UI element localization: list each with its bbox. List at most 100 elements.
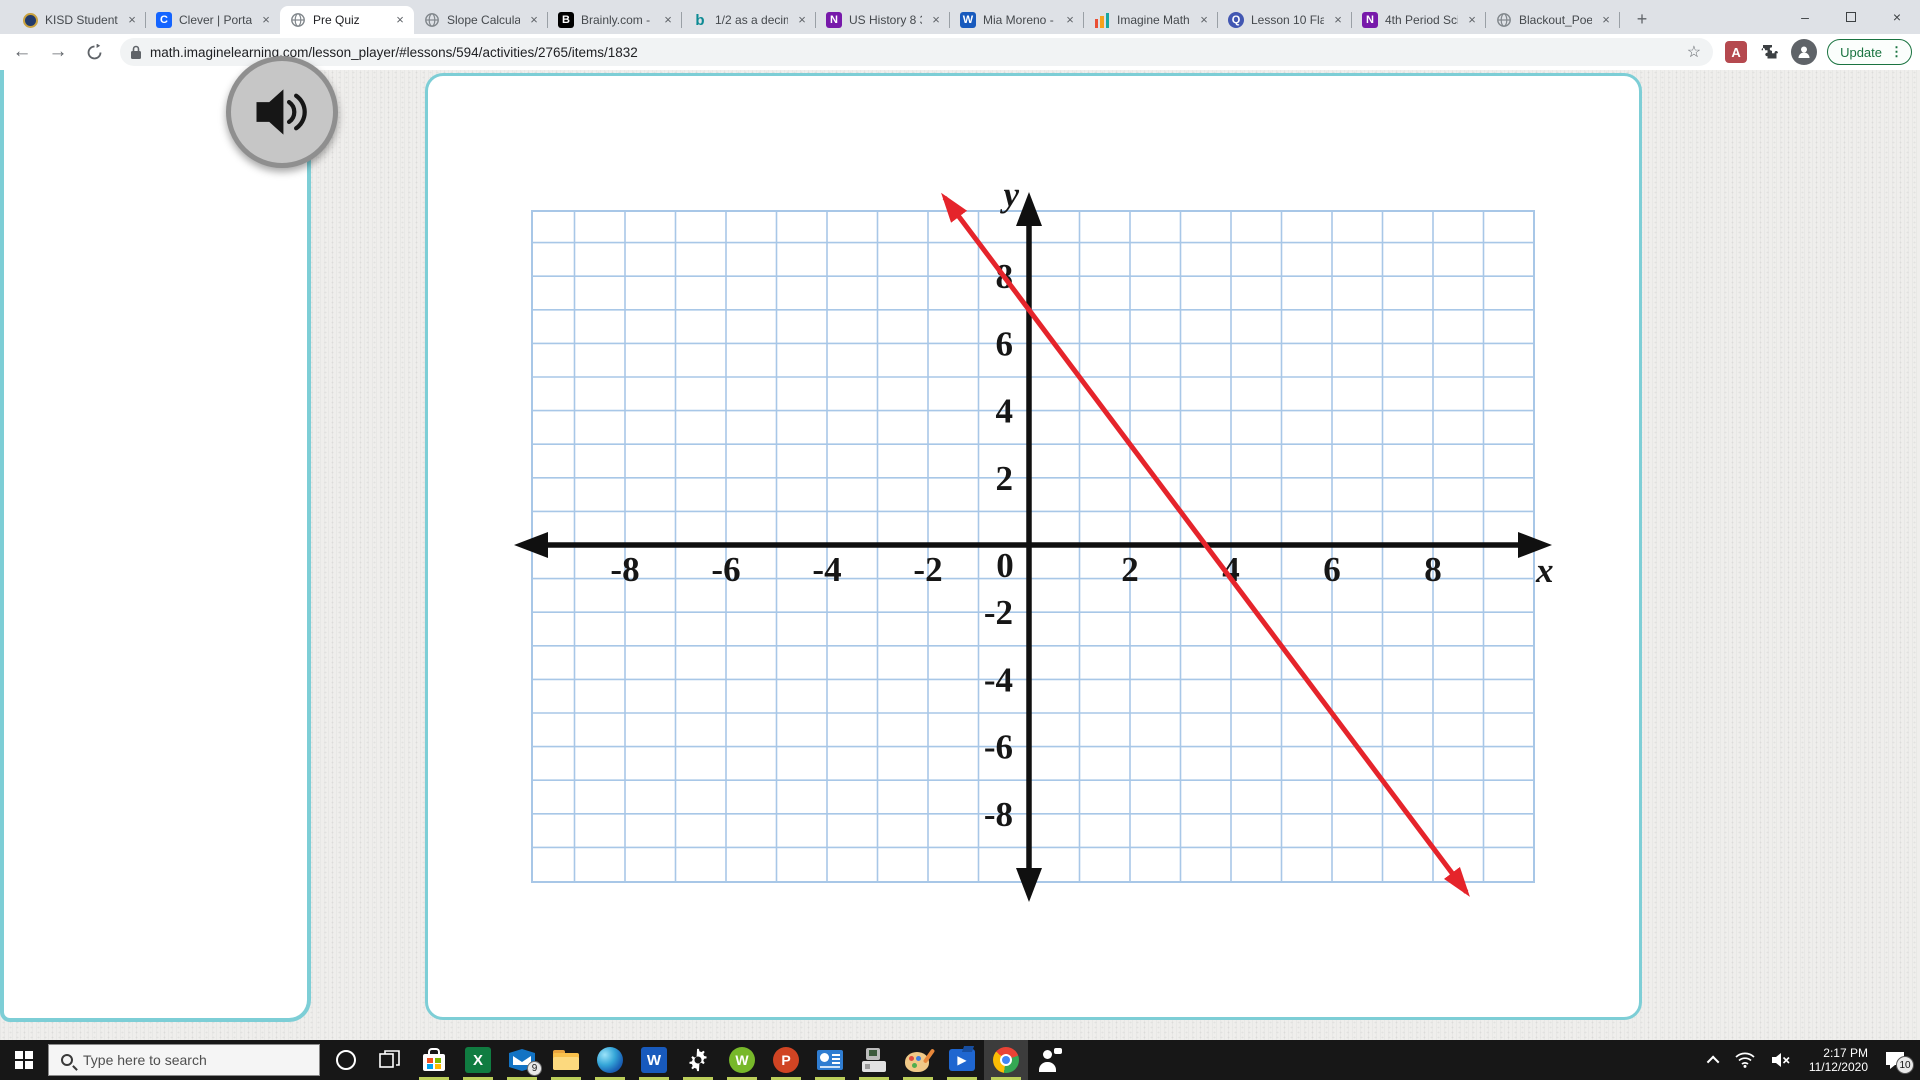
reload-icon [87,43,101,59]
taskbar-search-input[interactable]: Type here to search [48,1044,320,1076]
tick-label: -8 [610,550,639,589]
tick-label: 6 [1323,550,1341,589]
tab-close-icon[interactable]: × [1598,12,1614,28]
tray-clock[interactable]: 2:17 PM 11/12/2020 [1799,1046,1878,1074]
minimize-button[interactable]: – [1782,0,1828,34]
tab-close-icon[interactable]: × [928,12,944,28]
network-status[interactable] [1727,1040,1763,1080]
tab-close-icon[interactable]: × [124,12,140,28]
system-tray: 2:17 PM 11/12/2020 10 [1702,1040,1920,1080]
settings-gear-icon [689,1048,707,1072]
tab-close-icon[interactable]: × [660,12,676,28]
tab-close-icon[interactable]: × [794,12,810,28]
tab-title: 1/2 as a decim [715,13,788,27]
tab-favicon: N [826,12,842,28]
taskbar-settings-button[interactable] [676,1040,720,1080]
outlook-mail-badge: 9 [527,1061,542,1076]
taskbar-control-panel-button[interactable] [808,1040,852,1080]
maximize-button[interactable] [1828,0,1874,34]
globe-icon [291,13,305,27]
browser-tab-pre-quiz[interactable]: Pre Quiz × [280,6,414,34]
bookmark-star-icon[interactable]: ☆ [1687,42,1701,62]
reload-button[interactable] [80,38,108,66]
tick-label: -2 [913,550,942,589]
profile-avatar[interactable] [1791,39,1818,65]
acrobat-icon: A [1725,41,1748,63]
edge-icon [597,1047,623,1073]
start-button[interactable] [0,1040,48,1080]
tab-close-icon[interactable]: × [1062,12,1078,28]
address-bar[interactable]: math.imaginelearning.com/lesson_player/#… [120,38,1714,66]
taskbar-word-button[interactable]: W [632,1040,676,1080]
letter-favicon-icon: N [1362,12,1378,28]
tab-title: Slope Calculat [447,13,520,27]
taskbar-outlook-mail-button[interactable]: 9 [500,1040,544,1080]
volume-status[interactable] [1763,1040,1799,1080]
tab-favicon: W [960,12,976,28]
notification-count-badge: 10 [1896,1056,1914,1074]
forward-button[interactable]: → [44,38,72,66]
extensions-button[interactable] [1757,39,1783,65]
tick-label: -4 [812,550,841,589]
acrobat-extension-button[interactable]: A [1723,39,1749,65]
browser-tab-slope-calculat[interactable]: Slope Calculat × [414,6,548,34]
taskbar-file-explorer-button[interactable] [544,1040,588,1080]
tab-title: Clever | Portal [179,13,252,27]
taskbar-chrome-button[interactable] [984,1040,1028,1080]
browser-tab-clever-portal[interactable]: C Clever | Portal × [146,6,280,34]
taskbar-edge-button[interactable] [588,1040,632,1080]
tray-overflow-chevron[interactable] [1702,1040,1727,1080]
tab-close-icon[interactable]: × [526,12,542,28]
search-placeholder: Type here to search [83,1052,207,1068]
tab-favicon: N [1362,12,1378,28]
audio-play-button[interactable] [226,56,338,168]
chrome-icon [993,1047,1019,1073]
tab-close-icon[interactable]: × [392,12,408,28]
taskbar-excel-button[interactable]: X [456,1040,500,1080]
microsoft-store-icon [423,1048,445,1072]
taskbar-movies-tv-button[interactable]: ▶ [940,1040,984,1080]
action-center-button[interactable]: 10 [1878,1040,1920,1080]
close-button[interactable]: × [1874,0,1920,34]
back-button[interactable]: ← [8,38,36,66]
taskbar-powerpoint-button[interactable]: P [764,1040,808,1080]
person-icon [1798,46,1810,58]
seal-favicon-icon [22,12,38,28]
browser-tab-us-history-8-3[interactable]: N US History 8 3 × [816,6,950,34]
tick-label: 8 [1424,550,1442,589]
taskbar-microsoft-store-button[interactable] [412,1040,456,1080]
taskbar-people-button[interactable] [1028,1040,1072,1080]
browser-tab-lesson-10-flas[interactable]: Q Lesson 10 Flas × [1218,6,1352,34]
taskbar-paint-button[interactable] [896,1040,940,1080]
update-button[interactable]: Update ⋮ [1827,39,1912,65]
tab-favicon: B [558,12,574,28]
browser-tab-brainly-com-f[interactable]: B Brainly.com - F × [548,6,682,34]
browser-tab-kisd-students[interactable]: KISD Students × [12,6,146,34]
taskbar-cortana-button[interactable] [324,1040,368,1080]
chevron-up-icon [1706,1055,1720,1068]
taskbar-green-w-app-button[interactable]: W [720,1040,764,1080]
update-label: Update [1840,44,1882,60]
line-graph-svg: -8-6-4-224688642-2-4-6-80yx [514,178,1554,902]
lesson-question-panel: -8-6-4-224688642-2-4-6-80yx [425,73,1642,1020]
new-tab-button[interactable]: + [1628,6,1656,34]
taskbar-app-icons: X 9 W W P ▶ [324,1040,1072,1080]
tick-label: 2 [1121,550,1139,589]
people-icon [1038,1048,1062,1072]
browser-tab-blackout-poet[interactable]: Blackout_Poet × [1486,6,1620,34]
tab-close-icon[interactable]: × [1330,12,1346,28]
maximize-icon [1846,12,1856,22]
tab-close-icon[interactable]: × [1196,12,1212,28]
letter-favicon-icon: Q [1228,12,1244,28]
tick-label: -8 [984,795,1013,834]
browser-tab-mia-moreno[interactable]: W Mia Moreno - × [950,6,1084,34]
tab-close-icon[interactable]: × [1464,12,1480,28]
browser-tab-4th-period-sci[interactable]: N 4th Period Sci × [1352,6,1486,34]
tab-close-icon[interactable]: × [258,12,274,28]
browser-tab-1-2-as-a-decim[interactable]: b 1/2 as a decim × [682,6,816,34]
tab-list: KISD Students × C Clever | Portal × Pre Quiz ×… [12,6,1656,34]
browser-tab-imagine-math[interactable]: Imagine Math × [1084,6,1218,34]
taskbar-task-view-button[interactable] [368,1040,412,1080]
control-panel-icon [817,1050,843,1070]
taskbar-3d-device-button[interactable] [852,1040,896,1080]
